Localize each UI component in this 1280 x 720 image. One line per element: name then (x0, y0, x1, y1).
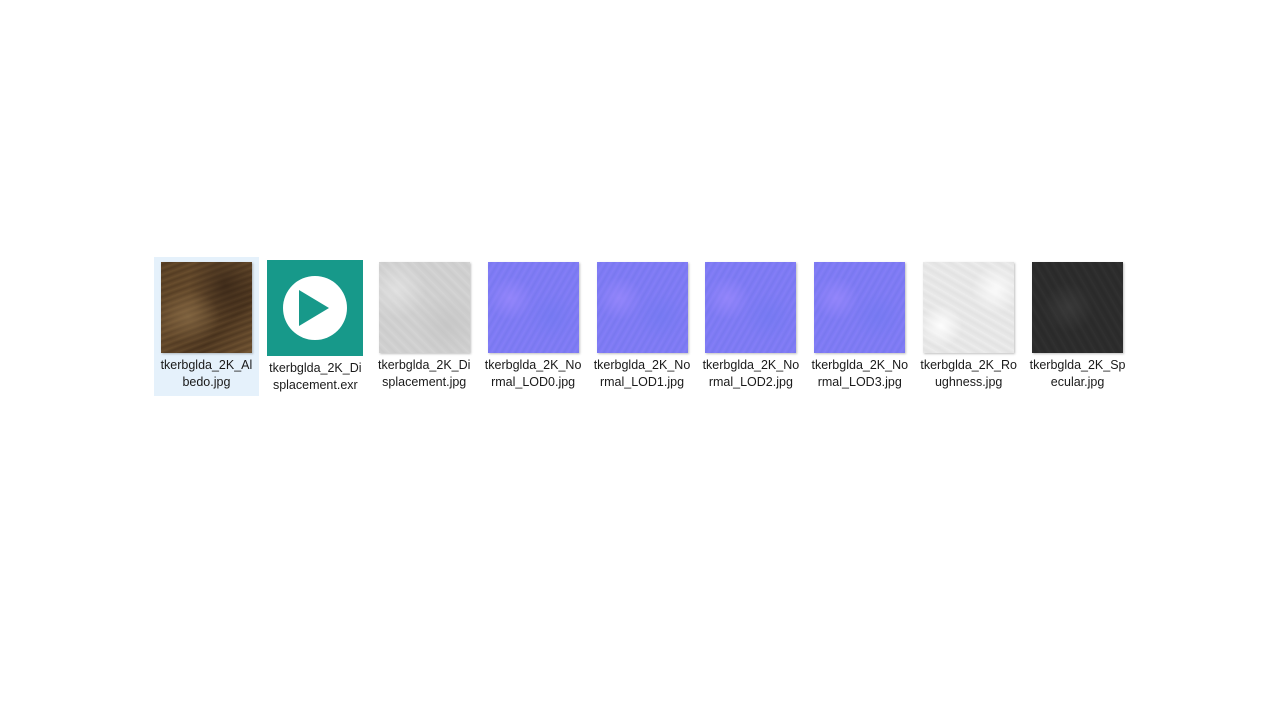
file-item-specular[interactable]: tkerbglda_2K_Specular.jpg (1025, 257, 1130, 396)
file-name: tkerbglda_2K_Albedo.jpg (160, 358, 253, 389)
roughness-thumbnail (923, 262, 1015, 353)
specular-thumbnail (1032, 262, 1124, 353)
file-item-displacement-exr[interactable]: tkerbglda_2K_Displacement.exr (263, 257, 368, 399)
file-name: tkerbglda_2K_Normal_LOD1.jpg (593, 358, 691, 389)
file-name: tkerbglda_2K_Normal_LOD3.jpg (811, 358, 909, 389)
file-item-normal-lod0[interactable]: tkerbglda_2K_Normal_LOD0.jpg (481, 257, 586, 396)
file-item-normal-lod3[interactable]: tkerbglda_2K_Normal_LOD3.jpg (807, 257, 912, 396)
file-name: tkerbglda_2K_Roughness.jpg (920, 358, 1017, 389)
normal-lod0-thumbnail (487, 262, 579, 353)
file-name: tkerbglda_2K_Displacement.jpg (378, 358, 471, 389)
file-item-displacement-jpg[interactable]: tkerbglda_2K_Displacement.jpg (372, 257, 477, 396)
albedo-thumbnail (160, 262, 252, 353)
normal-lod1-thumbnail (596, 262, 688, 353)
media-player-icon (267, 260, 364, 356)
file-grid: tkerbglda_2K_Albedo.jpg tkerbglda_2K_Dis… (154, 257, 1134, 399)
displacement-thumbnail (378, 262, 470, 353)
normal-lod2-thumbnail (705, 262, 797, 353)
file-item-normal-lod1[interactable]: tkerbglda_2K_Normal_LOD1.jpg (590, 257, 695, 396)
file-item-albedo[interactable]: tkerbglda_2K_Albedo.jpg (154, 257, 259, 396)
file-item-roughness[interactable]: tkerbglda_2K_Roughness.jpg (916, 257, 1021, 396)
play-icon (299, 290, 330, 326)
file-name: tkerbglda_2K_Normal_LOD0.jpg (484, 358, 582, 389)
play-circle-icon (283, 276, 348, 340)
normal-lod3-thumbnail (814, 262, 906, 353)
file-item-normal-lod2[interactable]: tkerbglda_2K_Normal_LOD2.jpg (698, 257, 803, 396)
file-name: tkerbglda_2K_Specular.jpg (1029, 358, 1126, 389)
file-name: tkerbglda_2K_Displacement.exr (269, 361, 362, 392)
file-name: tkerbglda_2K_Normal_LOD2.jpg (702, 358, 800, 389)
